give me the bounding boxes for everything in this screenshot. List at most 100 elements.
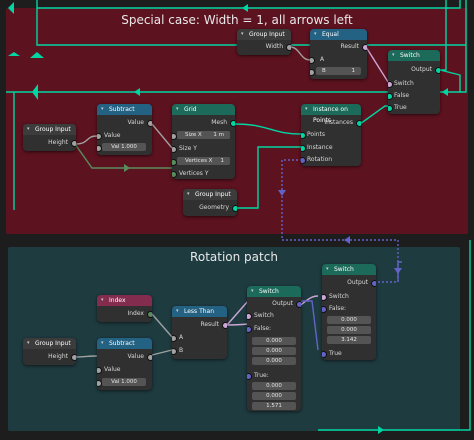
collapse-icon[interactable]: ▾ — [305, 104, 308, 115]
output-socket[interactable] — [147, 354, 152, 361]
socket-label: Value — [104, 132, 121, 139]
link-float — [151, 313, 173, 338]
socket-label: Rotation — [307, 156, 333, 163]
input-socket[interactable] — [172, 348, 177, 355]
socket-label: Output — [272, 300, 293, 307]
input-socket[interactable] — [388, 105, 393, 112]
node-subtract-bottom[interactable]: ▾ Subtract Value Value Val 1.000 — [97, 338, 152, 390]
input-socket[interactable] — [247, 326, 252, 333]
input-socket[interactable] — [388, 93, 393, 100]
input-socket[interactable] — [322, 351, 327, 358]
input-socket[interactable] — [310, 69, 315, 76]
input-socket[interactable] — [301, 132, 306, 139]
output-socket[interactable] — [222, 322, 227, 329]
socket-label: Result — [340, 43, 359, 50]
socket-label: Width — [265, 43, 283, 50]
collapse-icon[interactable]: ▾ — [101, 295, 104, 306]
link-geometry — [359, 105, 388, 125]
output-socket[interactable] — [435, 67, 440, 74]
input-socket[interactable] — [301, 157, 306, 164]
input-socket[interactable] — [97, 133, 102, 140]
true-z-field[interactable]: 1.571 — [252, 402, 296, 410]
socket-label: A — [320, 56, 325, 63]
true-x-field[interactable]: 0.000 — [252, 382, 296, 390]
true-y-field[interactable]: 0.000 — [252, 392, 296, 400]
input-socket[interactable] — [310, 57, 315, 64]
output-socket[interactable] — [147, 120, 152, 127]
node-title: Group Input — [35, 126, 71, 133]
output-socket[interactable] — [296, 301, 301, 308]
output-socket[interactable] — [362, 44, 367, 51]
socket-label: Output — [411, 66, 432, 73]
input-socket[interactable] — [301, 145, 306, 152]
false-y-field[interactable]: 0.000 — [252, 347, 296, 355]
collapse-icon[interactable]: ▾ — [251, 286, 254, 297]
input-socket[interactable] — [97, 367, 102, 374]
node-instance-on-points[interactable]: ▾ Instance on Points Instances Points Ins… — [301, 104, 361, 166]
collapse-icon[interactable]: ▾ — [241, 29, 244, 40]
output-socket[interactable] — [371, 280, 376, 287]
node-switch-middle[interactable]: ▾ Switch Output Switch False: 0.000 0.000… — [247, 286, 301, 411]
node-equal[interactable]: ▾ Equal Result A B 1 — [310, 29, 367, 79]
b-value-field[interactable]: B 1 — [316, 67, 361, 75]
socket-label: Result — [200, 321, 219, 328]
link-float — [151, 123, 173, 149]
input-socket[interactable] — [322, 294, 327, 301]
field-label: Val — [111, 144, 120, 150]
false-y-field[interactable]: 0.000 — [327, 326, 371, 334]
node-subtract-top[interactable]: ▾ Subtract Value Value Val 1.000 — [97, 104, 152, 155]
output-socket[interactable] — [230, 120, 235, 127]
collapse-icon[interactable]: ▾ — [314, 29, 317, 40]
collapse-icon[interactable]: ▾ — [176, 306, 179, 317]
node-less-than[interactable]: ▾ Less Than Result A B — [172, 306, 227, 359]
output-socket[interactable] — [356, 120, 361, 127]
node-index[interactable]: ▾ Index Index — [97, 295, 152, 322]
input-socket[interactable] — [172, 146, 177, 153]
size-x-field[interactable]: Size X 1 m — [177, 131, 230, 139]
node-switch-top[interactable]: ▾ Switch Output Switch False True — [388, 50, 440, 114]
collapse-icon[interactable]: ▾ — [176, 104, 179, 115]
false-z-field[interactable]: 0.000 — [252, 357, 296, 365]
output-socket[interactable] — [232, 205, 237, 212]
node-title: Equal — [322, 31, 339, 38]
output-socket[interactable] — [71, 354, 76, 361]
collapse-icon[interactable]: ▾ — [326, 264, 329, 275]
link-geometry — [233, 123, 303, 135]
collapse-icon[interactable]: ▾ — [27, 338, 30, 349]
socket-label: Switch — [329, 293, 349, 300]
collapse-icon[interactable]: ▾ — [101, 104, 104, 115]
output-socket[interactable] — [71, 140, 76, 147]
vertices-x-field[interactable]: Vertices X 1 — [177, 157, 230, 165]
false-x-field[interactable]: 0.000 — [327, 316, 371, 324]
node-title: Index — [109, 297, 126, 304]
socket-label: Height — [48, 139, 68, 146]
collapse-icon[interactable]: ▾ — [27, 124, 30, 135]
socket-label: False: — [254, 325, 272, 332]
value-field[interactable]: Val 1.000 — [102, 378, 146, 386]
input-socket[interactable] — [247, 313, 252, 320]
collapse-icon[interactable]: ▾ — [187, 189, 190, 200]
socket-label: True — [329, 350, 342, 357]
false-x-field[interactable]: 0.000 — [252, 337, 296, 345]
socket-label: Mesh — [211, 119, 227, 126]
node-group-input-height[interactable]: ▾ Group Input Height — [23, 124, 76, 151]
false-z-field[interactable]: 3.142 — [327, 336, 371, 344]
node-group-input-geometry[interactable]: ▾ Group Input Geometry — [183, 189, 237, 216]
value-field[interactable]: Val 1.000 — [102, 143, 146, 151]
field-value: 1 — [351, 68, 356, 74]
input-socket[interactable] — [172, 335, 177, 342]
output-socket[interactable] — [147, 311, 152, 318]
input-socket[interactable] — [172, 171, 177, 178]
node-switch-right[interactable]: ▾ Switch Output Switch False: 0.000 0.000… — [322, 264, 376, 360]
node-grid[interactable]: ▾ Grid Mesh Size X 1 m Size Y Vertices X … — [172, 104, 235, 179]
collapse-icon[interactable]: ▾ — [101, 338, 104, 349]
input-socket[interactable] — [388, 81, 393, 88]
input-socket[interactable] — [322, 306, 327, 313]
input-socket[interactable] — [247, 373, 252, 380]
collapse-icon[interactable]: ▾ — [392, 50, 395, 61]
socket-label: True — [394, 104, 407, 111]
node-group-input-width[interactable]: ▾ Group Input Width — [237, 29, 291, 55]
node-group-input-height-2[interactable]: ▾ Group Input Height — [23, 338, 76, 365]
output-socket[interactable] — [286, 44, 291, 51]
link-float — [151, 349, 173, 356]
